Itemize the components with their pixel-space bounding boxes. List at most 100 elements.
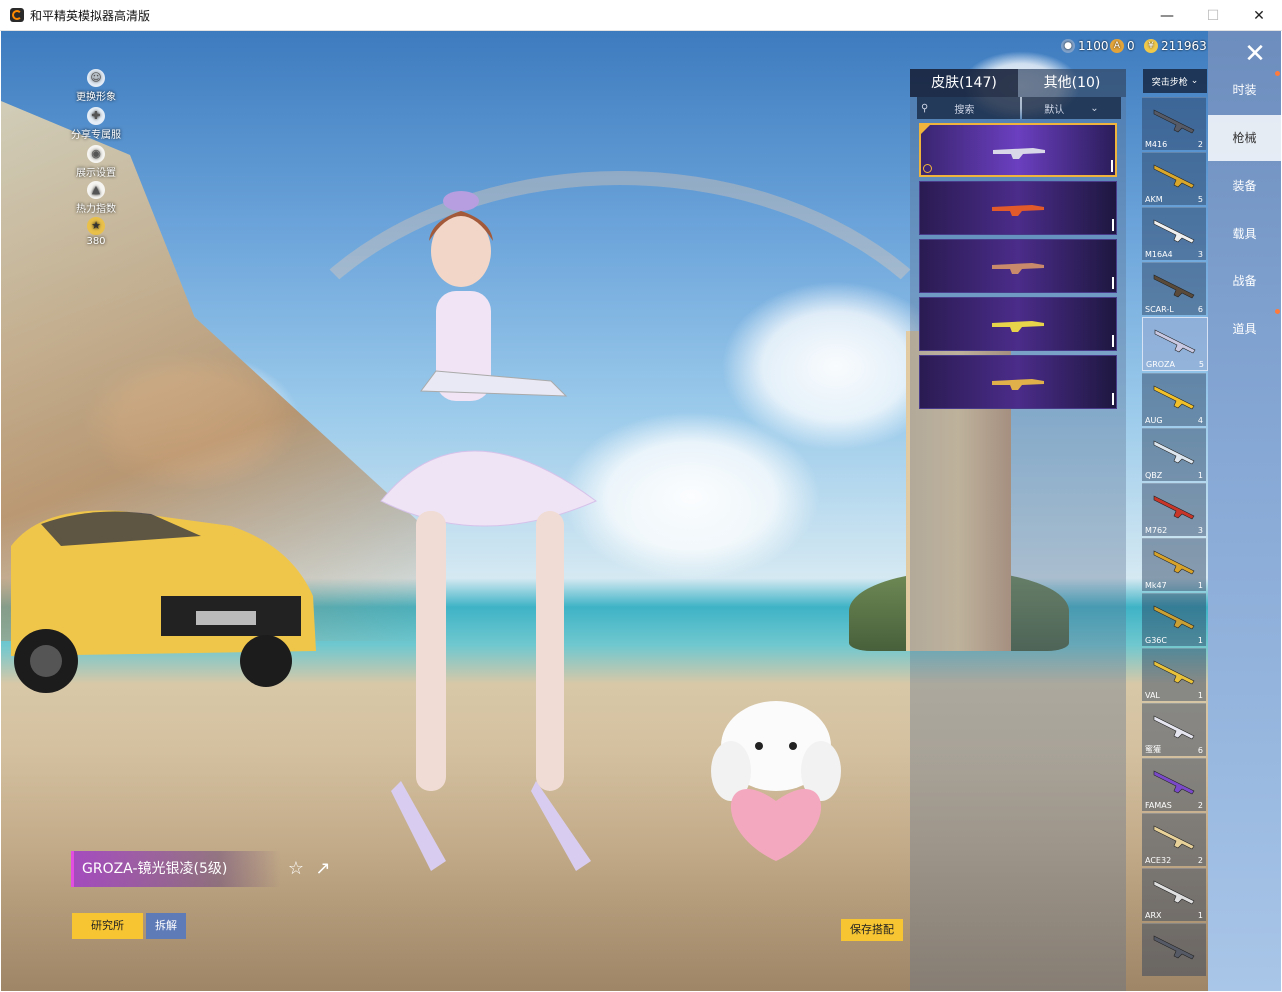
gun-item[interactable]: Mk47 1	[1142, 538, 1206, 591]
gun-level: 1	[1197, 581, 1203, 590]
gun-item[interactable]: AKM 5	[1142, 152, 1206, 205]
gun-icon	[1153, 825, 1195, 850]
save-loadout-button[interactable]: 保存搭配	[841, 919, 903, 941]
gun-level: 1	[1197, 691, 1203, 700]
gun-item[interactable]: M416 2	[1142, 97, 1206, 150]
gun-level: 1	[1197, 471, 1203, 480]
skin-card[interactable]	[919, 239, 1117, 293]
display-settings-button[interactable]: ◉ 展示设置	[56, 145, 136, 179]
flame-icon: ▲	[87, 181, 105, 199]
dismantle-button[interactable]: 拆解	[146, 913, 186, 939]
maximize-icon[interactable]: ☐	[1190, 0, 1236, 31]
gun-icon	[1153, 164, 1195, 189]
tab-vehicles[interactable]: 载具	[1208, 211, 1281, 257]
gun-skin-icon	[992, 321, 1044, 332]
gun-name: 蜜獾	[1145, 745, 1161, 754]
gun-item[interactable]	[1142, 923, 1206, 976]
gun-item[interactable]: SCAR-L 6	[1142, 262, 1206, 315]
gun-name: ACE32	[1145, 856, 1172, 865]
bunny-pet	[711, 701, 841, 861]
share-icon[interactable]: ↗	[312, 858, 334, 880]
gun-skin-icon	[992, 263, 1044, 274]
heat-index-button[interactable]: ▲ 热力指数	[56, 181, 136, 215]
eye-icon: ◉	[87, 145, 105, 163]
gun-item[interactable]: QBZ 1	[1142, 428, 1206, 481]
tab-combat-prep[interactable]: 战备	[1208, 258, 1281, 304]
share-cross-icon: ✚	[87, 107, 105, 125]
change-appearance-button[interactable]: ☺ 更换形象	[56, 69, 136, 103]
close-window-icon[interactable]: ✕	[1236, 0, 1282, 31]
skin-card[interactable]	[919, 355, 1117, 409]
player-character	[380, 191, 597, 871]
gun-level: 3	[1197, 526, 1203, 535]
gun-item[interactable]: FAMAS 2	[1142, 758, 1206, 811]
star-icon[interactable]: ☆	[285, 858, 307, 880]
share-button[interactable]: ✚ 分享专属服	[56, 107, 136, 141]
gun-level: 6	[1197, 305, 1203, 314]
tab-others[interactable]: 其他(10)	[1018, 69, 1126, 97]
game-viewport: ☺ 更换形象 ✚ 分享专属服 ◉ 展示设置 ▲ 热力指数 ★ 380 ● 1 1 0…	[1, 31, 1281, 991]
window-title: 和平精英模拟器高清版	[30, 8, 151, 23]
gun-level: 5	[1197, 195, 1203, 204]
sort-dropdown[interactable]: 默认 ⌄	[1022, 97, 1121, 119]
gun-item[interactable]: M16A4 3	[1142, 207, 1206, 260]
tab-skins[interactable]: 皮肤(147)	[910, 69, 1018, 97]
tab-fashion[interactable]: 时装	[1208, 67, 1281, 113]
currency-coin: ¥ 211963	[1144, 39, 1207, 53]
skin-card[interactable]	[919, 297, 1117, 351]
skin-card[interactable]	[919, 123, 1117, 177]
skin-count-mark	[1112, 219, 1114, 231]
coin-value: 211963	[1161, 39, 1207, 53]
gun-icon	[1153, 385, 1195, 410]
minimize-icon[interactable]: —	[1144, 0, 1190, 31]
gun-item[interactable]: G36C 1	[1142, 593, 1206, 646]
tab-items[interactable]: 道具	[1208, 306, 1281, 352]
heat-index-label: 热力指数	[76, 204, 116, 215]
gun-level: 4	[1197, 416, 1203, 425]
change-appearance-label: 更换形象	[76, 92, 116, 103]
app-logo-icon	[10, 8, 24, 22]
gun-name: ARX	[1145, 911, 1162, 920]
gun-type-label: 突击步枪	[1151, 77, 1188, 88]
coupon-value: 0	[1127, 39, 1135, 53]
skin-list	[919, 123, 1119, 413]
skin-count-mark	[1112, 335, 1114, 347]
gun-item[interactable]: ARX 1	[1142, 868, 1206, 921]
gun-name: G36C	[1145, 636, 1167, 645]
gun-level: 1	[1197, 636, 1203, 645]
share-label: 分享专属服	[71, 130, 121, 141]
gun-item[interactable]: 蜜獾 6	[1142, 703, 1206, 756]
gun-name: M416	[1145, 140, 1168, 149]
rank-badge[interactable]: ★ 380	[56, 217, 136, 247]
gun-name: AKM	[1145, 195, 1163, 204]
gun-item[interactable]: ACE32 2	[1142, 813, 1206, 866]
skin-search-input[interactable]: ⚲ 搜索	[917, 97, 1020, 119]
gun-name: M16A4	[1145, 250, 1173, 259]
gun-level: 3	[1197, 250, 1203, 259]
gun-item[interactable]: GROZA 5	[1142, 317, 1208, 371]
selected-corner-icon	[921, 125, 930, 134]
gun-item[interactable]: AUG 4	[1142, 373, 1206, 426]
research-lab-button[interactable]: 研究所	[72, 913, 143, 939]
gun-item[interactable]: M762 3	[1142, 483, 1206, 536]
token-icon: ●	[1061, 39, 1075, 53]
tab-equipment[interactable]: 装备	[1208, 163, 1281, 209]
gun-item[interactable]: VAL 1	[1142, 648, 1206, 701]
gun-icon	[1154, 329, 1196, 354]
tab-firearms[interactable]: 枪械	[1208, 115, 1281, 161]
notification-dot	[1275, 71, 1280, 76]
gun-type-dropdown[interactable]: 突击步枪 ⌄	[1143, 69, 1207, 93]
gun-skin-icon	[992, 205, 1044, 216]
gun-name: VAL	[1145, 691, 1160, 700]
notification-dot	[1275, 309, 1280, 314]
gun-icon	[1153, 660, 1195, 685]
coin-icon: ¥	[1144, 39, 1158, 53]
close-icon[interactable]: ✕	[1238, 39, 1272, 69]
gun-name: FAMAS	[1145, 801, 1172, 810]
gun-icon	[1153, 109, 1195, 134]
skin-card[interactable]	[919, 181, 1117, 235]
gun-icon	[1153, 274, 1195, 299]
gun-name: M762	[1145, 526, 1168, 535]
gun-level: 5	[1198, 360, 1204, 369]
gun-icon	[1153, 935, 1195, 960]
